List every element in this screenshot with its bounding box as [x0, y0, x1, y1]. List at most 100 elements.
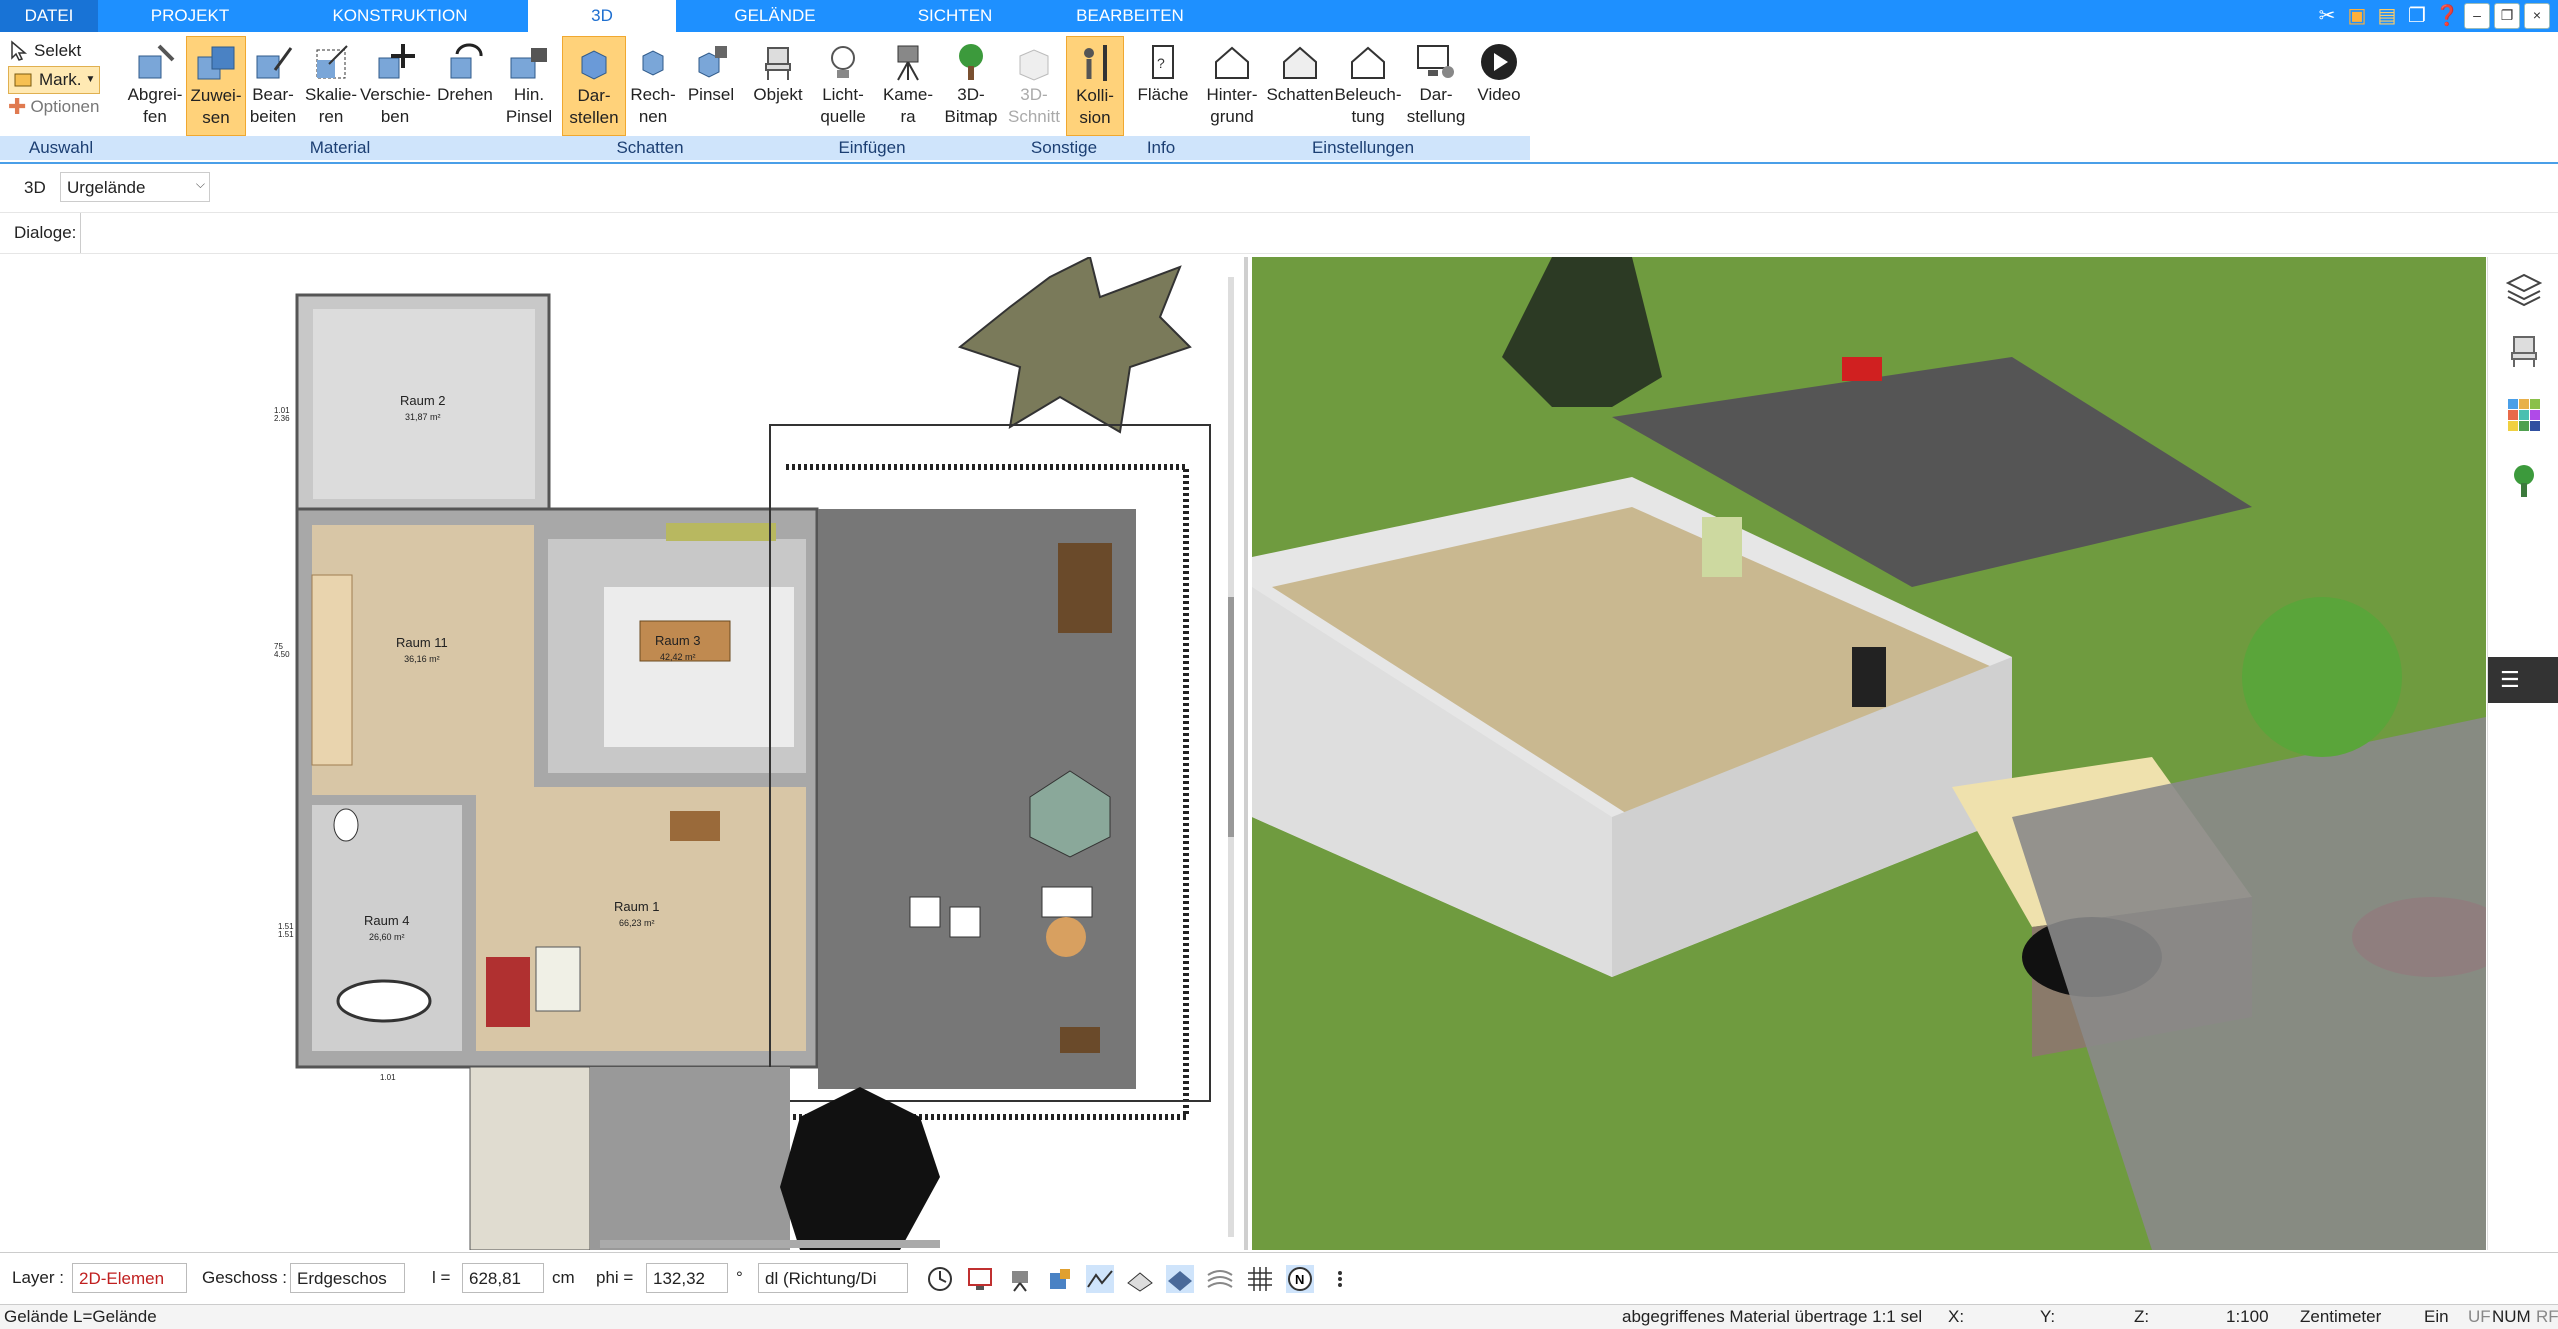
terrain-select[interactable]: Urgelände ⌵	[60, 172, 210, 202]
terrain-grid-icon[interactable]	[1126, 1265, 1154, 1293]
shadow-show-button[interactable]: Dar- stellen	[562, 36, 626, 136]
shadow-brush-button[interactable]: Pinsel	[682, 36, 740, 134]
terrain-icon[interactable]	[1086, 1265, 1114, 1293]
btn-label: Dar- stellung	[1406, 85, 1466, 126]
layers-icon[interactable]	[2506, 271, 2542, 307]
shadow-settings-button[interactable]: Schatten	[1266, 36, 1334, 134]
tree-icon[interactable]	[2506, 463, 2542, 499]
shadow-calc-button[interactable]: Rech- nen	[624, 36, 682, 134]
surface-icon[interactable]	[1166, 1265, 1194, 1293]
phi-input[interactable]: 132,32	[646, 1263, 728, 1293]
btn-label: Hin. Pinsel	[505, 85, 553, 126]
horizontal-scroll-thumb[interactable]	[600, 1240, 940, 1248]
insert-object-button[interactable]: Objekt	[746, 36, 810, 134]
material-scale-button[interactable]: Skalie- ren	[302, 36, 360, 134]
desk	[670, 811, 720, 841]
window-arrange-icon[interactable]: ❐	[2404, 3, 2430, 29]
restore-icon[interactable]: ❐	[2494, 3, 2520, 29]
north-icon[interactable]: N	[1286, 1265, 1314, 1293]
video-button[interactable]: Video	[1470, 36, 1528, 134]
insert-camera-button[interactable]: Kame- ra	[876, 36, 940, 134]
tab-bearbeiten[interactable]: BEARBEITEN	[1050, 0, 1210, 32]
lighting-button[interactable]: Beleuch- tung	[1334, 36, 1402, 134]
ribbon: Selekt Mark. ▼ ✚ Optionen Auswahl Abgrei…	[0, 32, 2558, 164]
palette-icon[interactable]	[2506, 397, 2542, 433]
mark-button[interactable]: Mark. ▼	[8, 66, 101, 94]
btn-label: 3D- Bitmap	[944, 85, 998, 126]
terrain-select-value: Urgelände	[67, 178, 146, 197]
tab-3d[interactable]: 3D	[528, 0, 676, 32]
length-input[interactable]: 628,81	[462, 1263, 544, 1293]
status-x: X:	[1948, 1307, 1965, 1326]
panel-menu-button[interactable]: ☰	[2488, 657, 2558, 703]
status-rf: RF	[2536, 1307, 2558, 1326]
chair-icon[interactable]	[2506, 333, 2542, 369]
insert-light-button[interactable]: Licht- quelle	[810, 36, 876, 134]
kitchen-3d	[1702, 517, 1742, 577]
cube-shadow-icon	[581, 50, 607, 80]
layer-select[interactable]: 2D-Elemen	[72, 1263, 187, 1293]
l-unit: cm	[552, 1268, 575, 1287]
insert-3dbitmap-button[interactable]: 3D- Bitmap	[940, 36, 1002, 134]
hamburger-icon: ☰	[2500, 667, 2520, 692]
green-tree	[2242, 597, 2402, 757]
btn-label: Hinter- grund	[1206, 85, 1258, 126]
options-button[interactable]: ✚ Optionen	[8, 94, 99, 120]
screen-icon[interactable]	[966, 1265, 994, 1293]
vertical-scroll-thumb[interactable]	[1228, 597, 1234, 837]
grid-icon[interactable]	[1246, 1265, 1274, 1293]
btn-label: 3D- Schnitt	[1008, 85, 1060, 126]
status-y: Y:	[2040, 1307, 2056, 1326]
more-icon[interactable]	[1326, 1265, 1354, 1293]
paint-icon[interactable]	[1046, 1265, 1074, 1293]
monitor-icon	[1417, 45, 1454, 78]
room-label: Raum 2 31,87 m²	[400, 393, 446, 422]
section-3d-button[interactable]: 3D- Schnitt	[1004, 36, 1064, 134]
display-settings-button[interactable]: Dar- stellung	[1402, 36, 1470, 134]
save-icon[interactable]: ▤	[2374, 3, 2400, 29]
tools-icon[interactable]: ✂	[2314, 3, 2340, 29]
background-button[interactable]: Hinter- grund	[1198, 36, 1266, 134]
house-light-icon	[1351, 46, 1385, 79]
material-pick-button[interactable]: Abgrei- fen	[122, 36, 188, 134]
floor-plan-view[interactable]: Raum 2 31,87 m² Raum 11 36,16 m² Raum 3 42,…	[0, 257, 1248, 1250]
status-num: NUM	[2492, 1307, 2531, 1326]
tab-konstruktion[interactable]: KONSTRUKTION	[310, 0, 490, 32]
material-rotate-button[interactable]: Drehen	[430, 36, 500, 134]
3d-view[interactable]	[1252, 257, 2486, 1250]
tab-gelaende[interactable]: GELÄNDE	[710, 0, 840, 32]
layers-wave-icon[interactable]	[1206, 1265, 1234, 1293]
red-mower	[1842, 357, 1882, 381]
collision-button[interactable]: Kolli- sion	[1066, 36, 1124, 136]
area-button[interactable]: ? Fläche	[1128, 36, 1198, 134]
app-orange-icon[interactable]: ▣	[2344, 3, 2370, 29]
clock-icon[interactable]	[926, 1265, 954, 1293]
kitchen-counter	[666, 523, 776, 541]
select-label: Selekt	[34, 41, 82, 60]
group-sonstige: Sonstige	[1002, 136, 1128, 160]
hin-brush-button[interactable]: Hin. Pinsel	[500, 36, 558, 134]
direction-select[interactable]: dl (Richtung/Di	[758, 1263, 908, 1293]
camera-icon	[897, 45, 919, 81]
phi-unit: °	[736, 1268, 743, 1287]
help-icon[interactable]: ❓	[2434, 3, 2460, 29]
plan-tree	[957, 257, 1192, 434]
assign-material-icon	[197, 46, 235, 80]
window-3d	[1852, 647, 1886, 707]
plus-icon: ✚	[8, 94, 27, 119]
close-icon[interactable]: ×	[2524, 3, 2550, 29]
minimize-icon[interactable]: –	[2464, 3, 2490, 29]
driveway-paving	[590, 1067, 790, 1250]
tab-projekt[interactable]: PROJEKT	[120, 0, 260, 32]
tab-datei[interactable]: DATEI	[0, 0, 98, 32]
tab-sichten[interactable]: SICHTEN	[890, 0, 1020, 32]
mode-label: 3D	[24, 178, 46, 197]
select-button[interactable]: Selekt	[8, 38, 81, 64]
material-assign-button[interactable]: Zuwei- sen	[186, 36, 246, 136]
material-move-button[interactable]: Verschie- ben	[360, 36, 431, 134]
round-table	[1046, 917, 1086, 957]
room3-carpet	[604, 587, 794, 747]
camera-icon[interactable]	[1006, 1265, 1034, 1293]
geschoss-select[interactable]: Erdgeschos	[290, 1263, 405, 1293]
material-edit-button[interactable]: Bear- beiten	[244, 36, 302, 134]
